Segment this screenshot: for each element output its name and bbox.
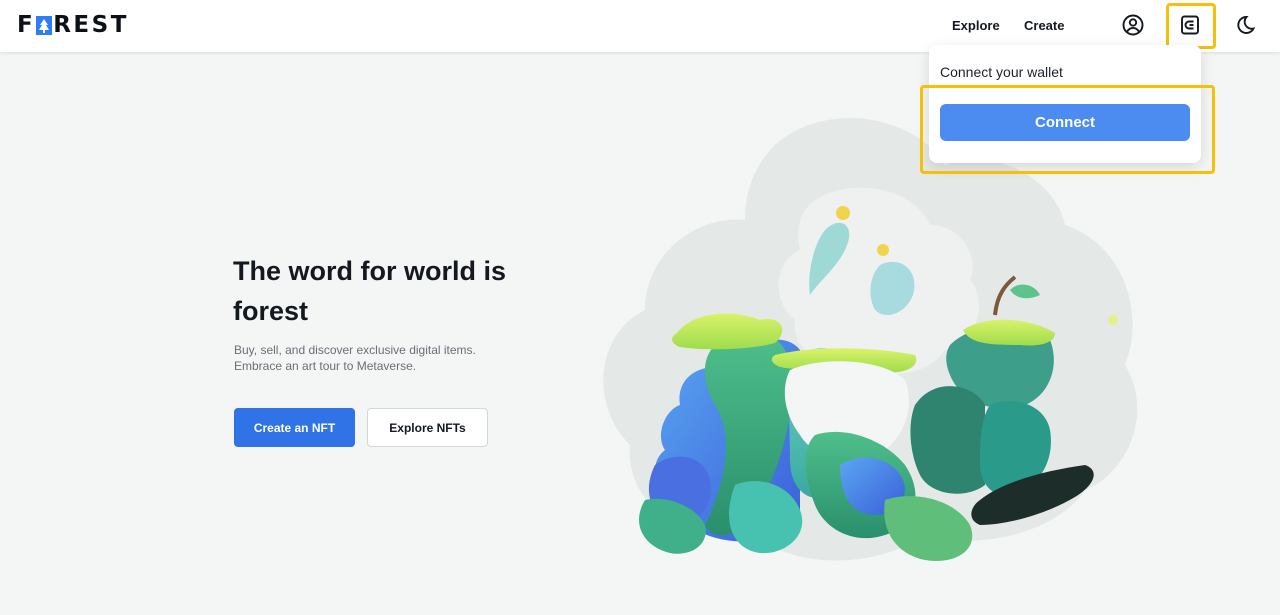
wallet-button-highlight [1166, 3, 1216, 49]
moon-icon[interactable] [1232, 12, 1258, 38]
logo-letter-f: F [17, 12, 36, 38]
connect-button-highlight [920, 85, 1215, 174]
forest-logo[interactable]: F REST [17, 12, 129, 38]
explore-nfts-button[interactable]: Explore NFTs [367, 408, 488, 447]
logo-tree-icon [36, 15, 53, 35]
hero-subtitle-line-2: Embrace an art tour to Metaverse. [234, 359, 417, 373]
connect-wallet-title: Connect your wallet [940, 64, 1063, 80]
user-circle-icon[interactable] [1120, 12, 1146, 38]
hero-subtitle-line-1: Buy, sell, and discover exclusive digita… [234, 343, 476, 357]
create-nft-button[interactable]: Create an NFT [234, 408, 355, 447]
hero-subtitle: Buy, sell, and discover exclusive digita… [234, 342, 534, 374]
logo-letters-rest: REST [53, 12, 129, 38]
hero-title: The word for world is forest [233, 256, 507, 326]
forest-illustration [603, 118, 1138, 561]
nav-create[interactable]: Create [1024, 18, 1064, 33]
nav-explore[interactable]: Explore [952, 18, 1000, 33]
